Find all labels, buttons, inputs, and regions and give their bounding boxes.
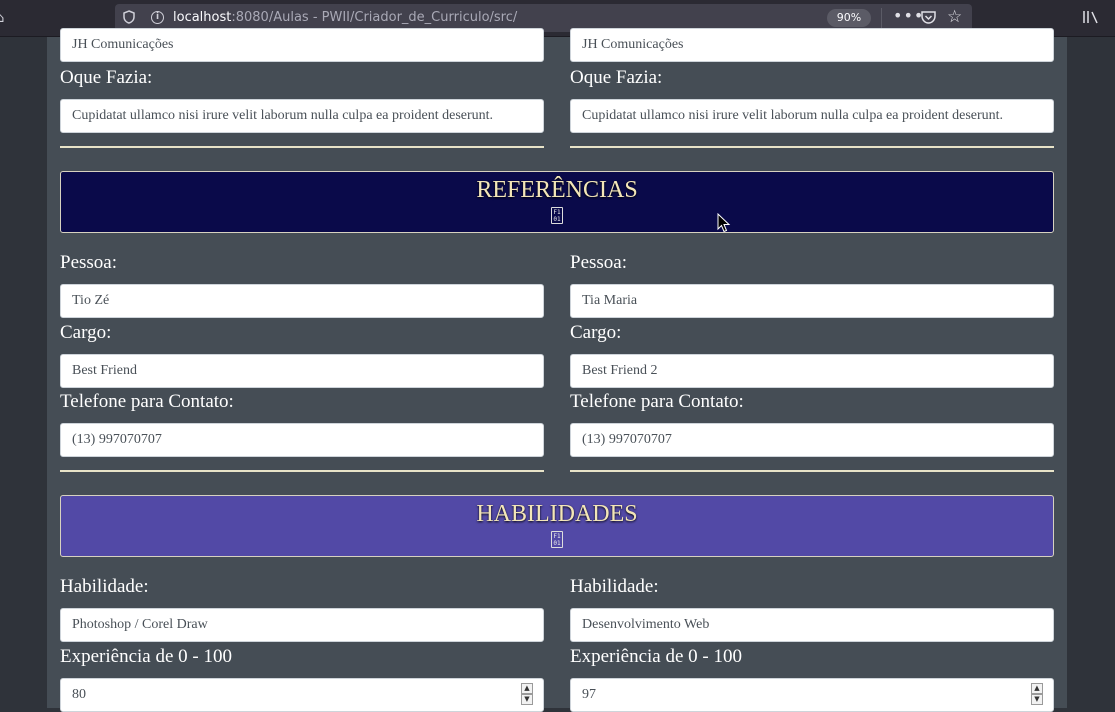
home-icon[interactable]: ⌂: [0, 11, 4, 26]
url-path: :8080/Aulas - PWII/Criador_de_Curriculo/…: [231, 10, 518, 25]
duties-label: Oque Fazia:: [60, 67, 153, 88]
skill-input[interactable]: Photoshop / Corel Draw: [60, 608, 544, 642]
references-section-header[interactable]: REFERÊNCIAS F1 01: [60, 171, 1054, 233]
experience-level-label: Experiência de 0 - 100: [60, 646, 232, 667]
person-label: Pessoa:: [570, 252, 627, 273]
references-column-right: Pessoa: Tia Maria Cargo: Best Friend 2 T…: [570, 249, 1054, 479]
skills-column-left: Habilidade: Photoshop / Corel Draw Exper…: [60, 573, 544, 712]
role-input[interactable]: Best Friend: [60, 354, 544, 388]
section-divider: [570, 470, 1054, 472]
phone-input[interactable]: (13) 997070707: [60, 423, 544, 457]
pocket-icon[interactable]: [921, 10, 936, 24]
divider: [881, 8, 882, 28]
skills-column-right: Habilidade: Desenvolvimento Web Experiên…: [570, 573, 1054, 712]
experience-level-value: 97: [582, 687, 596, 702]
missing-glyph-icon: F1 01: [551, 531, 563, 548]
experience-level-value: 80: [72, 687, 86, 702]
zoom-level-badge[interactable]: 90%: [827, 9, 871, 27]
role-label: Cargo:: [570, 322, 622, 343]
duties-input[interactable]: Cupidatat ullamco nisi irure velit labor…: [60, 99, 544, 133]
phone-label: Telefone para Contato:: [570, 391, 744, 412]
decrement-icon[interactable]: ▼: [1031, 694, 1043, 705]
skill-input[interactable]: Desenvolvimento Web: [570, 608, 1054, 642]
missing-glyph-icon: F1 01: [551, 207, 563, 224]
mouse-cursor-icon: [717, 213, 731, 233]
duties-input[interactable]: Cupidatat ullamco nisi irure velit labor…: [570, 99, 1054, 133]
role-input[interactable]: Best Friend 2: [570, 354, 1054, 388]
section-divider: [60, 470, 544, 472]
number-spinner[interactable]: ▲ ▼: [521, 683, 533, 707]
more-actions-icon[interactable]: •••: [893, 6, 924, 25]
site-info-icon[interactable]: i: [151, 11, 164, 24]
skill-label: Habilidade:: [570, 576, 659, 597]
person-input[interactable]: Tio Zé: [60, 284, 544, 318]
url-host: localhost: [173, 10, 232, 25]
experience-column-right: JH Comunicações Oque Fazia: Cupidatat ul…: [570, 28, 1054, 157]
resume-form: JH Comunicações Oque Fazia: Cupidatat ul…: [47, 28, 1067, 712]
bookmark-star-icon[interactable]: ☆: [947, 7, 962, 27]
role-label: Cargo:: [60, 322, 112, 343]
experience-level-label: Experiência de 0 - 100: [570, 646, 742, 667]
person-label: Pessoa:: [60, 252, 117, 273]
number-spinner[interactable]: ▲ ▼: [1031, 683, 1043, 707]
references-column-left: Pessoa: Tio Zé Cargo: Best Friend Telefo…: [60, 249, 544, 479]
person-input[interactable]: Tia Maria: [570, 284, 1054, 318]
experience-level-input[interactable]: 80 ▲ ▼: [60, 678, 544, 712]
library-icon[interactable]: [1082, 9, 1100, 25]
tracking-shield-icon[interactable]: [123, 10, 135, 24]
section-divider: [570, 146, 1054, 148]
skill-label: Habilidade:: [60, 576, 149, 597]
increment-icon[interactable]: ▲: [1031, 683, 1043, 694]
company-input[interactable]: JH Comunicações: [60, 28, 544, 62]
duties-label: Oque Fazia:: [570, 67, 663, 88]
experience-column-left: JH Comunicações Oque Fazia: Cupidatat ul…: [60, 28, 544, 157]
experience-level-input[interactable]: 97 ▲ ▼: [570, 678, 1054, 712]
increment-icon[interactable]: ▲: [521, 683, 533, 694]
decrement-icon[interactable]: ▼: [521, 694, 533, 705]
company-input[interactable]: JH Comunicações: [570, 28, 1054, 62]
skills-section-header[interactable]: HABILIDADES F1 01: [60, 495, 1054, 557]
skills-title: HABILIDADES: [476, 501, 638, 527]
section-divider: [60, 146, 544, 148]
phone-label: Telefone para Contato:: [60, 391, 234, 412]
url-text[interactable]: localhost:8080/Aulas - PWII/Criador_de_C…: [173, 10, 517, 25]
phone-input[interactable]: (13) 997070707: [570, 423, 1054, 457]
references-title: REFERÊNCIAS: [476, 177, 638, 203]
